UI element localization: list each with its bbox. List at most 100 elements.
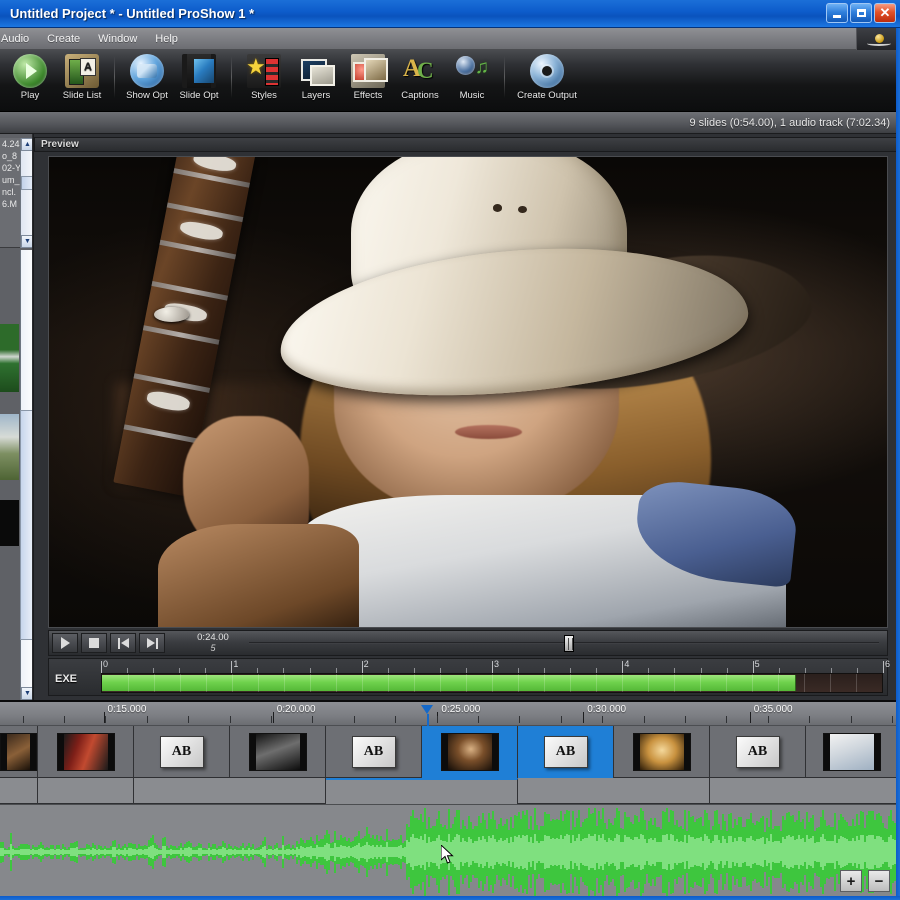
next-icon bbox=[146, 637, 158, 649]
file-list-panel[interactable]: 4.24 o_8 02-Y um_ ncl. 6.M ▲ ▼ bbox=[0, 138, 32, 248]
timeline-transition-cell[interactable]: AB bbox=[326, 726, 422, 778]
toolbar-button-create-output[interactable]: Create Output bbox=[511, 50, 583, 101]
menu-item-help[interactable]: Help bbox=[146, 31, 187, 47]
toolbar-button-slide-opt[interactable]: Slide Opt bbox=[173, 50, 225, 101]
scroll-down-icon[interactable]: ▼ bbox=[21, 687, 32, 700]
zoom-out-button[interactable]: − bbox=[868, 870, 890, 892]
play-button[interactable] bbox=[52, 633, 78, 653]
exe-grid-line bbox=[778, 674, 779, 692]
timeline-minor-tick bbox=[519, 716, 521, 723]
timeline-caption-cell[interactable] bbox=[518, 778, 710, 804]
thumbnail-browser-panel[interactable]: ▼ bbox=[0, 250, 32, 700]
browser-thumb[interactable] bbox=[0, 414, 19, 480]
play-icon bbox=[60, 637, 70, 649]
file-list-scrollbar[interactable]: ▲ ▼ bbox=[20, 138, 32, 248]
toolbar-label-slide-opt: Slide Opt bbox=[179, 90, 219, 101]
transition-thumbnail[interactable]: AB bbox=[543, 736, 588, 768]
menu-item-window[interactable]: Window bbox=[89, 31, 146, 47]
toolbar-button-play[interactable]: Play bbox=[4, 50, 56, 101]
timeline-slide-track[interactable]: AB AB AB AB bbox=[0, 726, 900, 778]
toolbar-button-styles[interactable]: Styles bbox=[238, 50, 290, 101]
slide-thumbnail-image bbox=[255, 734, 300, 770]
stop-button[interactable] bbox=[81, 633, 107, 653]
preview-stage[interactable] bbox=[48, 156, 888, 628]
transition-thumbnail[interactable]: AB bbox=[159, 736, 204, 768]
close-icon: ✕ bbox=[879, 5, 891, 20]
exe-grid-line bbox=[258, 674, 259, 692]
exe-ruler-tick bbox=[361, 661, 363, 673]
timeline-playhead[interactable] bbox=[420, 705, 433, 714]
maximize-button[interactable] bbox=[850, 3, 872, 23]
timeline-minor-tick bbox=[312, 716, 314, 723]
menu-bar: Audio Create Window Help bbox=[0, 28, 900, 50]
timeline-slide-cell[interactable] bbox=[422, 726, 518, 778]
slide-thumbnail[interactable] bbox=[440, 733, 499, 771]
minimize-button[interactable] bbox=[826, 3, 848, 23]
thumbnail-letterbox bbox=[57, 734, 64, 770]
slide-thumbnail[interactable] bbox=[56, 733, 115, 771]
thumbnail-letterbox bbox=[299, 734, 306, 770]
toolbar-button-effects[interactable]: Effects bbox=[342, 50, 394, 101]
zoom-in-button[interactable]: + bbox=[840, 870, 862, 892]
exe-grid-line bbox=[336, 674, 337, 692]
timeline-transition-cell[interactable]: AB bbox=[134, 726, 230, 778]
menu-item-audio[interactable]: Audio bbox=[0, 31, 38, 47]
toolbar-button-show-opt[interactable]: Show Opt bbox=[121, 50, 173, 101]
toolbar-button-captions[interactable]: Captions bbox=[394, 50, 446, 101]
scroll-down-icon[interactable]: ▼ bbox=[21, 235, 32, 248]
exe-ruler-tick bbox=[752, 661, 754, 673]
exe-ruler-tick bbox=[883, 661, 884, 673]
timeline-slide-cell[interactable] bbox=[806, 726, 899, 778]
timeline-ruler[interactable]: 0:15.000 0:20.000 0:25.000 0:30.000 0:35.000 bbox=[0, 700, 900, 728]
timeline-caption-track[interactable] bbox=[0, 778, 900, 804]
thumbnail-scroll-thumb[interactable] bbox=[20, 410, 32, 640]
timeline-minor-tick bbox=[146, 716, 148, 723]
slide-thumbnail[interactable] bbox=[632, 733, 691, 771]
toolbar-separator-1 bbox=[114, 56, 115, 98]
toolbar-button-music[interactable]: Music bbox=[446, 50, 498, 101]
exe-ruler-tick bbox=[492, 661, 493, 673]
preview-panel-title: Preview bbox=[34, 137, 900, 152]
timeline-slide-cell[interactable] bbox=[230, 726, 326, 778]
toolbar-button-slide-list[interactable]: Slide List bbox=[56, 50, 108, 101]
transition-thumbnail[interactable]: AB bbox=[351, 736, 396, 768]
timeline-time-label: 0:15.000 bbox=[107, 704, 147, 715]
toolbar-button-layers[interactable]: Layers bbox=[290, 50, 342, 101]
timeline-minor-tick bbox=[353, 716, 355, 723]
browser-thumb[interactable] bbox=[0, 500, 19, 546]
menu-item-create[interactable]: Create bbox=[38, 31, 89, 47]
exe-track-wrap[interactable] bbox=[101, 673, 883, 693]
timeline-slide-cell[interactable] bbox=[0, 726, 38, 778]
next-slide-button[interactable] bbox=[139, 633, 165, 653]
timeline-transition-cell[interactable]: AB bbox=[518, 726, 614, 778]
photo-arm bbox=[157, 523, 360, 627]
timeline-minor-tick bbox=[850, 716, 852, 723]
transition-thumbnail[interactable]: AB bbox=[735, 736, 780, 768]
previous-slide-button[interactable] bbox=[110, 633, 136, 653]
timeline-minor-tick bbox=[726, 716, 728, 723]
thumbnail-scrollbar[interactable]: ▼ bbox=[20, 250, 32, 700]
timeline-caption-cell[interactable] bbox=[710, 778, 900, 804]
scroll-up-icon[interactable]: ▲ bbox=[21, 138, 32, 151]
timeline-caption-cell[interactable] bbox=[134, 778, 326, 804]
slide-thumbnail[interactable] bbox=[823, 733, 881, 771]
scrubber-handle[interactable] bbox=[564, 635, 574, 652]
preview-scrubber-track[interactable] bbox=[249, 633, 879, 653]
file-list-scroll-thumb[interactable] bbox=[21, 176, 32, 190]
timeline-caption-cell[interactable] bbox=[0, 778, 38, 804]
exe-grid-line bbox=[361, 674, 363, 692]
exe-grid-line bbox=[440, 674, 441, 692]
close-button[interactable]: ✕ bbox=[874, 3, 896, 23]
slide-thumbnail[interactable] bbox=[0, 733, 37, 771]
timeline-slide-cell[interactable] bbox=[38, 726, 134, 778]
slide-thumbnail[interactable] bbox=[248, 733, 307, 771]
timeline-caption-cell[interactable] bbox=[326, 778, 518, 804]
timeline-minor-tick bbox=[560, 716, 562, 723]
browser-thumb[interactable] bbox=[0, 324, 19, 392]
thumbnail-letterbox bbox=[824, 734, 830, 770]
timeline-caption-cell[interactable] bbox=[38, 778, 134, 804]
timeline-slide-cell[interactable] bbox=[614, 726, 710, 778]
timeline-transition-cell[interactable]: AB bbox=[710, 726, 806, 778]
captions-icon bbox=[403, 54, 437, 88]
eye-lash bbox=[866, 41, 891, 46]
